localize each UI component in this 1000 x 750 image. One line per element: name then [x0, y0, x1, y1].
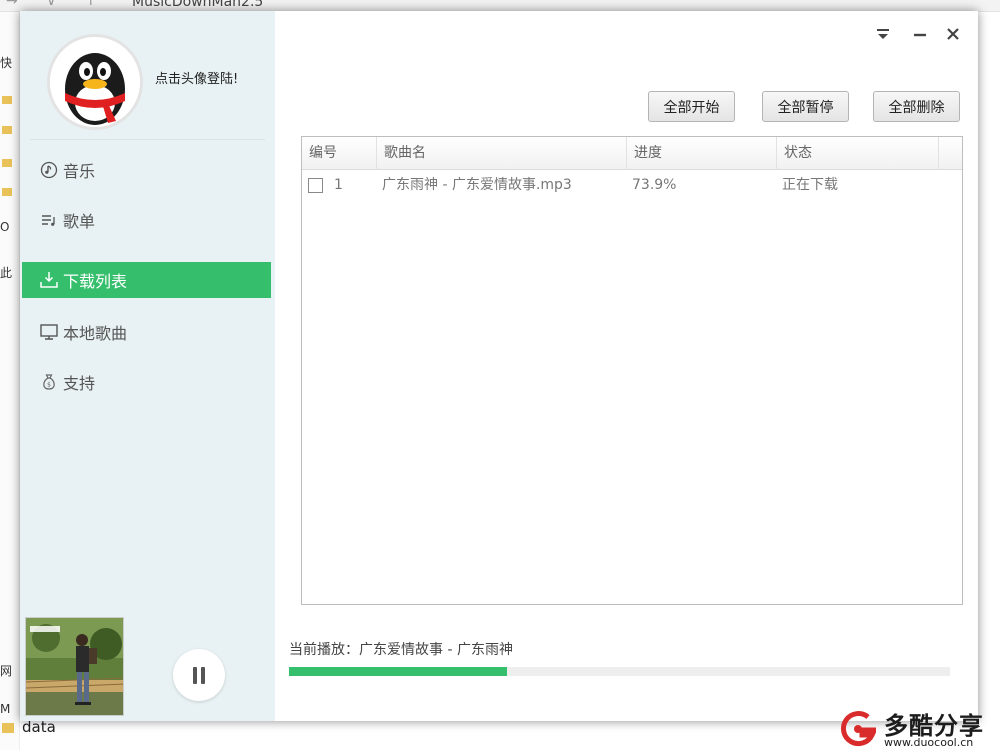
sidebar-item-label: 歌单 [63, 212, 96, 231]
close-button[interactable] [942, 24, 964, 44]
sidebar-item-label: 支持 [63, 374, 96, 393]
sidebar-item-support[interactable]: $ 支持 [22, 364, 271, 400]
row-checkbox[interactable] [308, 178, 323, 193]
svg-text:$: $ [47, 382, 51, 389]
sidebar-item-download-list[interactable]: 下载列表 [22, 262, 271, 298]
minimize-button[interactable] [909, 24, 931, 44]
delete-all-button[interactable]: 全部删除 [873, 91, 960, 122]
music-note-icon [38, 159, 60, 181]
skin-menu-button[interactable] [872, 24, 894, 44]
music-downloader-window: 点击头像登陆! 音乐 歌单 下载列表 本地歌曲 $ 支持 全部开始 全部暂停 全… [20, 11, 978, 721]
folder-icon [0, 184, 20, 200]
explorer-path[interactable]: MusicDownMan2.5 [132, 0, 263, 10]
folder-icon [0, 155, 20, 171]
explorer-nav-item[interactable]: 快 [0, 54, 20, 70]
album-cover[interactable] [25, 617, 124, 716]
playback-progress-bar[interactable] [289, 667, 950, 676]
explorer-nav-pane: 快 O 此 网 M [0, 12, 20, 750]
explorer-nav-item[interactable]: O [0, 220, 20, 236]
sidebar-item-local-songs[interactable]: 本地歌曲 [22, 314, 271, 350]
duocool-logo-icon [840, 711, 876, 746]
playback-progress-fill [289, 667, 508, 676]
playlist-icon [38, 209, 60, 231]
start-all-button[interactable]: 全部开始 [648, 91, 735, 122]
column-header-number[interactable]: 编号 [302, 137, 377, 170]
sidebar-item-label: 下载列表 [63, 272, 128, 291]
close-icon [947, 28, 959, 40]
column-header-progress[interactable]: 进度 [627, 137, 777, 170]
watermark: 多酷分享 www.duocool.cn [838, 706, 998, 750]
table-header: 编号 歌曲名 进度 状态 [302, 137, 962, 170]
table-row[interactable]: 1 广东雨神 - 广东爱情故事.mp3 73.9% 正在下载 [302, 171, 962, 199]
explorer-nav-item[interactable]: M [0, 702, 20, 718]
download-tray-icon [38, 269, 60, 291]
column-header-song[interactable]: 歌曲名 [377, 137, 627, 170]
cell-progress: 73.9% [632, 177, 677, 193]
cell-number: 1 [334, 177, 343, 193]
download-table: 编号 歌曲名 进度 状态 1 广东雨神 - 广东爱情故事.mp3 73.9% 正… [301, 136, 963, 605]
cell-status: 正在下载 [782, 177, 838, 193]
explorer-nav-item[interactable]: 此 [0, 264, 20, 280]
monitor-icon [38, 321, 60, 343]
explorer-nav-arrows[interactable]: → ∨ ↑ [6, 0, 109, 9]
cell-song-name: 广东雨神 - 广东爱情故事.mp3 [382, 177, 572, 193]
pause-all-button[interactable]: 全部暂停 [762, 91, 849, 122]
now-playing-label: 当前播放：广东爱情故事 - 广东雨神 [289, 642, 513, 658]
sidebar: 点击头像登陆! 音乐 歌单 下载列表 本地歌曲 $ 支持 [20, 11, 275, 721]
minimize-icon [914, 33, 926, 37]
pause-button[interactable] [173, 649, 225, 701]
avatar[interactable] [47, 34, 143, 130]
sidebar-item-label: 本地歌曲 [63, 324, 128, 343]
column-header-status[interactable]: 状态 [777, 137, 939, 170]
sidebar-item-music[interactable]: 音乐 [22, 152, 271, 188]
penguin-avatar-icon [50, 37, 140, 127]
sidebar-item-playlist[interactable]: 歌单 [22, 202, 271, 238]
folder-icon [0, 122, 20, 138]
pause-icon [191, 666, 207, 684]
folder-icon [0, 92, 20, 108]
login-prompt[interactable]: 点击头像登陆! [155, 68, 238, 87]
watermark-url: www.duocool.cn [884, 736, 974, 749]
sidebar-divider [30, 139, 265, 140]
album-cover-image [26, 618, 123, 715]
money-bag-icon: $ [38, 371, 60, 393]
explorer-nav-item[interactable]: 网 [0, 662, 20, 678]
folder-icon [2, 722, 14, 733]
explorer-folder-data[interactable]: data [0, 718, 56, 742]
sidebar-item-label: 音乐 [63, 162, 96, 181]
skin-icon [877, 29, 889, 39]
